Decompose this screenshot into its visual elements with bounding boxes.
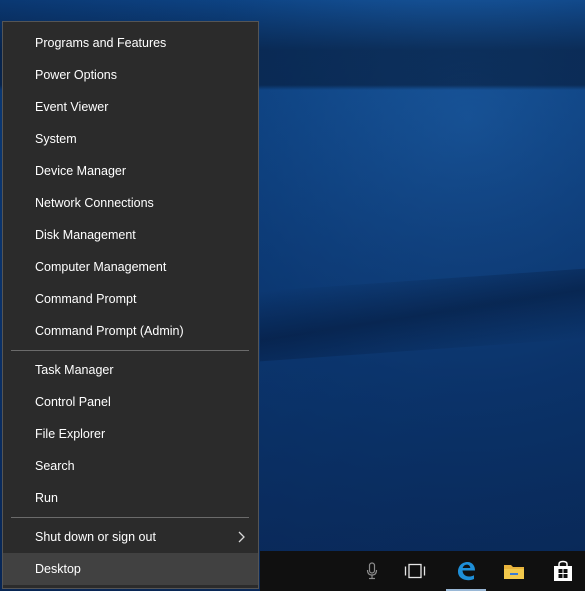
quick-link-menu: Programs and Features Power Options Even… xyxy=(2,21,259,589)
menu-separator xyxy=(11,517,249,518)
microphone-icon[interactable] xyxy=(348,551,396,591)
menu-item-programs-and-features[interactable]: Programs and Features xyxy=(3,27,258,59)
task-view-icon[interactable] xyxy=(391,551,439,591)
menu-item-control-panel[interactable]: Control Panel xyxy=(3,386,258,418)
menu-item-network-connections[interactable]: Network Connections xyxy=(3,187,258,219)
taskbar xyxy=(260,551,585,591)
menu-item-shut-down-or-sign-out[interactable]: Shut down or sign out xyxy=(3,521,258,553)
menu-item-system[interactable]: System xyxy=(3,123,258,155)
menu-item-disk-management[interactable]: Disk Management xyxy=(3,219,258,251)
menu-item-device-manager[interactable]: Device Manager xyxy=(3,155,258,187)
menu-item-desktop[interactable]: Desktop xyxy=(3,553,258,585)
edge-icon[interactable] xyxy=(442,551,490,591)
menu-item-label: Shut down or sign out xyxy=(35,530,156,544)
menu-item-file-explorer[interactable]: File Explorer xyxy=(3,418,258,450)
file-explorer-icon[interactable] xyxy=(490,551,538,591)
menu-item-computer-management[interactable]: Computer Management xyxy=(3,251,258,283)
chevron-right-icon xyxy=(238,521,248,553)
menu-item-task-manager[interactable]: Task Manager xyxy=(3,354,258,386)
menu-item-power-options[interactable]: Power Options xyxy=(3,59,258,91)
menu-item-run[interactable]: Run xyxy=(3,482,258,514)
menu-item-command-prompt[interactable]: Command Prompt xyxy=(3,283,258,315)
menu-item-search[interactable]: Search xyxy=(3,450,258,482)
menu-item-command-prompt-admin[interactable]: Command Prompt (Admin) xyxy=(3,315,258,347)
menu-separator xyxy=(11,350,249,351)
wallpaper-light-band xyxy=(260,268,585,362)
store-icon[interactable] xyxy=(539,551,585,591)
menu-item-event-viewer[interactable]: Event Viewer xyxy=(3,91,258,123)
